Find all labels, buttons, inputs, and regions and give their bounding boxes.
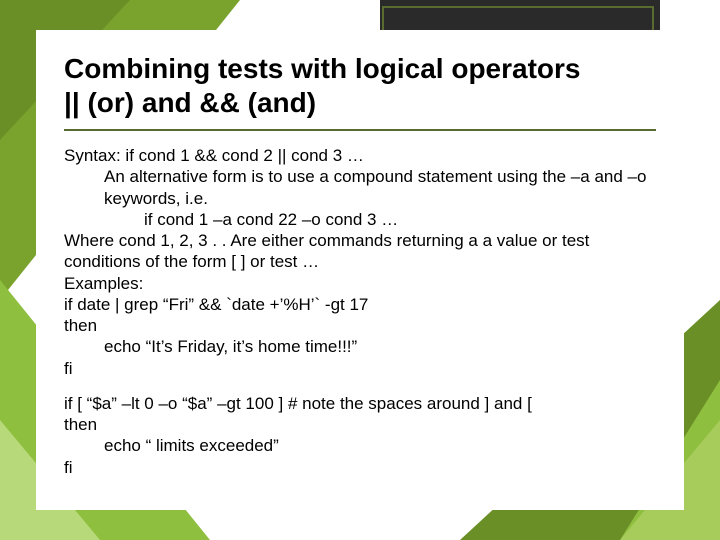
alt-syntax-line: if cond 1 –a cond 22 –o cond 3 …: [64, 209, 656, 230]
example2-then: then: [64, 414, 656, 435]
example2-fi: fi: [64, 457, 656, 478]
example2-echo: echo “ limits exceeded”: [64, 435, 656, 456]
examples-label: Examples:: [64, 273, 656, 294]
slide-title: Combining tests with logical operators |…: [64, 52, 656, 119]
slide-body: Syntax: if cond 1 && cond 2 || cond 3 … …: [64, 145, 656, 478]
content-card: Combining tests with logical operators |…: [36, 30, 684, 510]
where-line: Where cond 1, 2, 3 . . Are either comman…: [64, 230, 656, 273]
alt-form-line: An alternative form is to use a compound…: [64, 166, 656, 209]
example1-then: then: [64, 315, 656, 336]
title-underline: [64, 129, 656, 131]
example2-if: if [ “$a” –lt 0 –o “$a” –gt 100 ] # note…: [64, 393, 656, 414]
syntax-line: Syntax: if cond 1 && cond 2 || cond 3 …: [64, 145, 656, 166]
title-line-2: || (or) and && (and): [64, 87, 316, 118]
example1-if: if date | grep “Fri” && `date +’%H’` -gt…: [64, 294, 656, 315]
example1-echo: echo “It’s Friday, it’s home time!!!”: [64, 336, 656, 357]
spacer: [64, 379, 656, 393]
example1-fi: fi: [64, 358, 656, 379]
slide: Combining tests with logical operators |…: [0, 0, 720, 540]
title-line-1: Combining tests with logical operators: [64, 53, 581, 84]
